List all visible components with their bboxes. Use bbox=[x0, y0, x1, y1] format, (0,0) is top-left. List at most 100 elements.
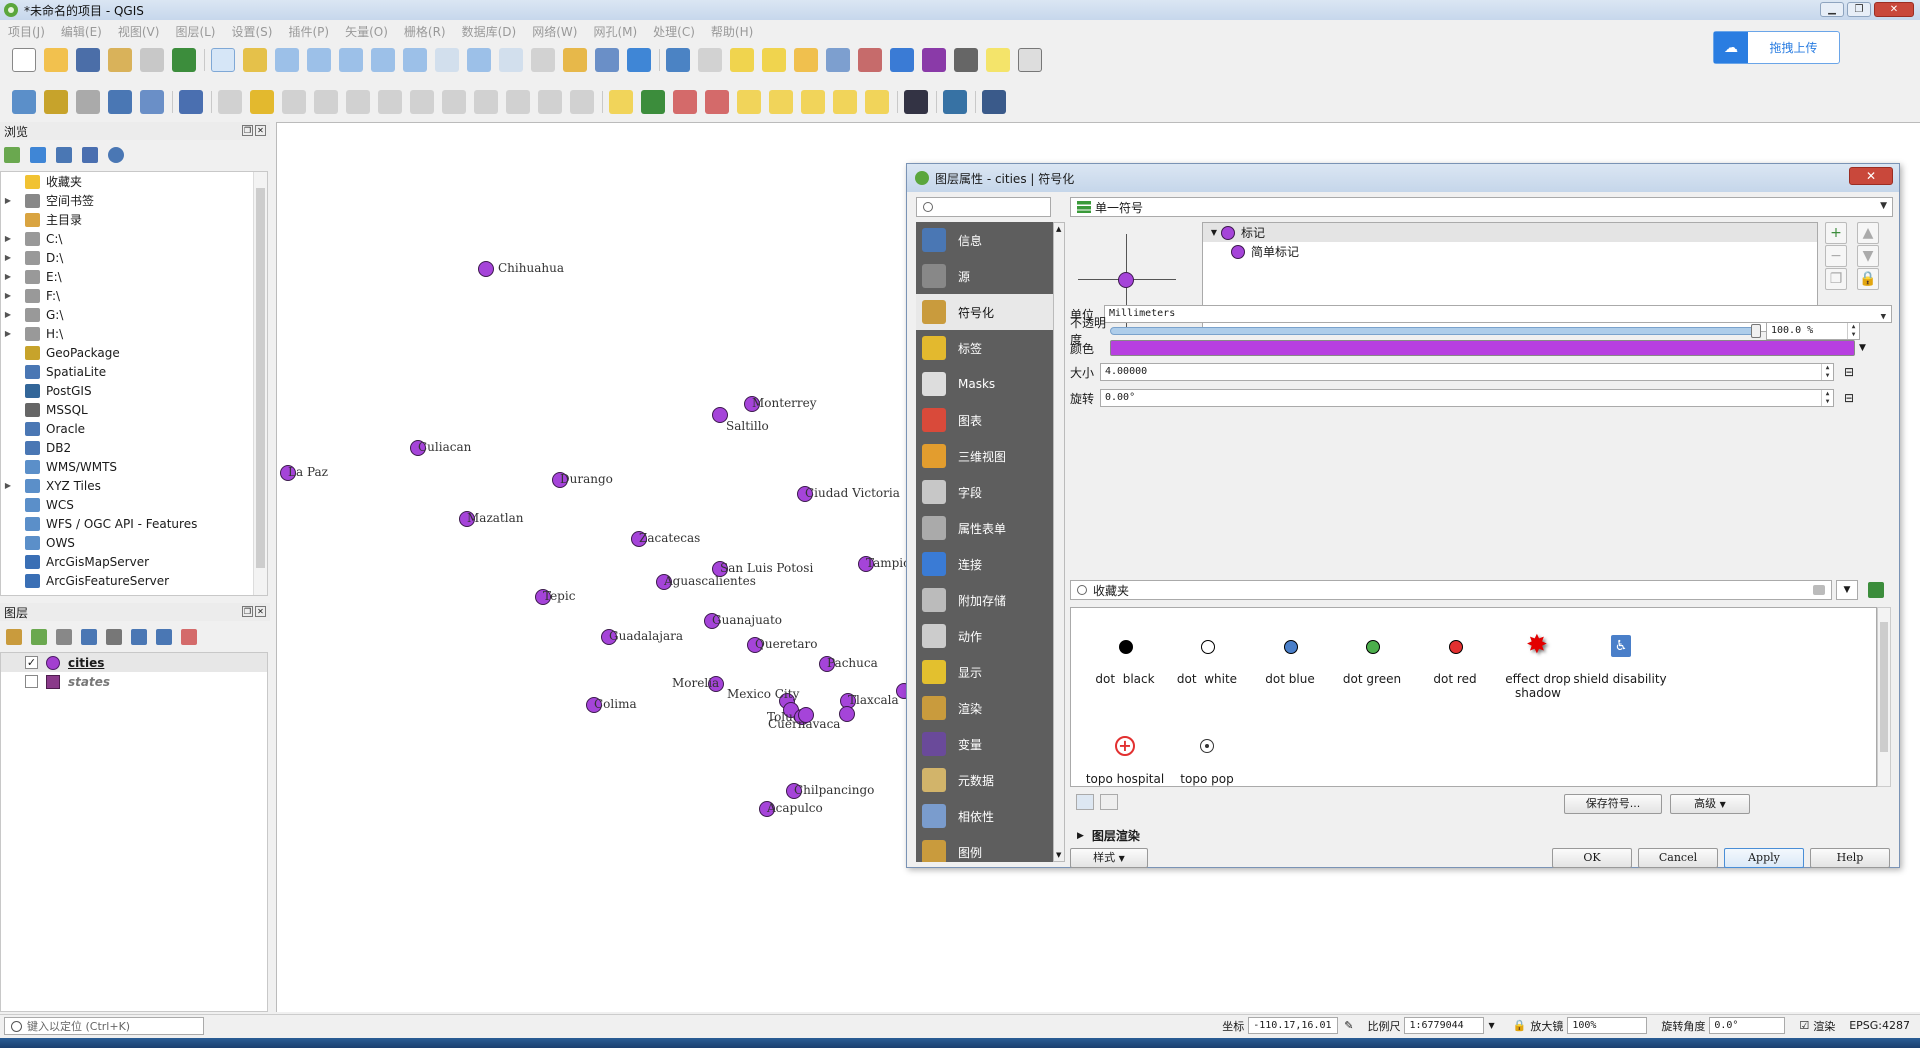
render-checkbox[interactable]: ☑ bbox=[1799, 1019, 1809, 1032]
browser-item[interactable]: ▶ C:\ bbox=[1, 229, 267, 248]
expand-arrow-icon[interactable]: ▶ bbox=[1, 291, 15, 300]
menu-help[interactable]: 帮助(H) bbox=[703, 23, 761, 40]
chevron-down-icon[interactable]: ▼ bbox=[1488, 1021, 1494, 1030]
size-spinbox[interactable]: 4.00000 ▲ ▼ bbox=[1100, 363, 1834, 381]
menu-edit[interactable]: 编辑(E) bbox=[53, 23, 110, 40]
zoom-in-icon[interactable] bbox=[275, 48, 299, 72]
dialog-search-input[interactable] bbox=[916, 197, 1051, 217]
filter-legend-icon[interactable] bbox=[81, 629, 97, 645]
add-feature-icon[interactable] bbox=[314, 90, 338, 114]
remove-symbol-layer-button[interactable]: − bbox=[1825, 245, 1847, 267]
sidebar-item-legend[interactable]: 图例 bbox=[916, 834, 1053, 862]
new-virtual-layer-icon[interactable] bbox=[179, 90, 203, 114]
refresh-browser-icon[interactable] bbox=[30, 147, 46, 163]
browser-item[interactable]: ▶ E:\ bbox=[1, 267, 267, 286]
browser-item[interactable]: 主目录 bbox=[1, 210, 267, 229]
new-spatialite-layer-icon[interactable] bbox=[108, 90, 132, 114]
slider-handle[interactable] bbox=[1751, 324, 1761, 338]
city-point[interactable] bbox=[798, 707, 814, 723]
add-group-icon[interactable] bbox=[31, 629, 47, 645]
expand-arrow-icon[interactable]: ▶ bbox=[1, 253, 15, 262]
symbol-library-item[interactable]: topo pop bbox=[1157, 734, 1257, 786]
close-panel-button[interactable]: ✕ bbox=[255, 606, 266, 617]
duplicate-symbol-layer-button[interactable]: ❐ bbox=[1825, 268, 1847, 290]
style-manager-icon[interactable] bbox=[1868, 582, 1884, 598]
lock-scale-icon[interactable]: 🔒 bbox=[1513, 1019, 1527, 1032]
rotation-spinbox[interactable]: 0.00° ▲ ▼ bbox=[1100, 389, 1834, 407]
float-panel-button[interactable]: ❐ bbox=[242, 606, 253, 617]
move-label-icon[interactable] bbox=[737, 90, 761, 114]
zoom-native-icon[interactable] bbox=[435, 48, 459, 72]
dialog-close-button[interactable]: ✕ bbox=[1849, 167, 1893, 185]
zoom-to-layer-icon[interactable] bbox=[403, 48, 427, 72]
identify-features-icon[interactable] bbox=[666, 48, 690, 72]
expand-arrow-icon[interactable]: ▶ bbox=[1, 234, 15, 243]
advanced-menu-button[interactable]: 高级 ▼ bbox=[1670, 794, 1750, 814]
ok-button[interactable]: OK bbox=[1552, 848, 1632, 868]
browser-item[interactable]: 收藏夹 bbox=[1, 172, 267, 191]
collapse-all-icon[interactable] bbox=[156, 629, 172, 645]
new-map-view-icon[interactable] bbox=[531, 48, 555, 72]
vertex-tool-icon[interactable] bbox=[346, 90, 370, 114]
save-symbol-button[interactable]: 保存符号... bbox=[1564, 794, 1662, 814]
save-project-icon[interactable] bbox=[76, 48, 100, 72]
menu-web[interactable]: 网络(W) bbox=[524, 23, 585, 40]
open-project-icon[interactable] bbox=[44, 48, 68, 72]
browser-item[interactable]: ▶ F:\ bbox=[1, 286, 267, 305]
new-bookmark-icon[interactable] bbox=[563, 48, 587, 72]
field-calculator-icon[interactable] bbox=[858, 48, 882, 72]
browser-item[interactable]: GeoPackage bbox=[1, 343, 267, 362]
sidebar-item-dependencies[interactable]: 相依性 bbox=[916, 798, 1053, 834]
browser-item[interactable]: Oracle bbox=[1, 419, 267, 438]
toggle-editing-pencil-icon[interactable] bbox=[250, 90, 274, 114]
pan-hand-icon[interactable] bbox=[211, 48, 235, 72]
layer-row-states[interactable]: states bbox=[1, 672, 267, 691]
clear-search-icon[interactable] bbox=[1813, 585, 1825, 595]
sidebar-item-variables[interactable]: 变量 bbox=[916, 726, 1053, 762]
menu-database[interactable]: 数据库(D) bbox=[454, 23, 525, 40]
move-down-button[interactable]: ▼ bbox=[1857, 245, 1879, 267]
browser-scrollbar[interactable] bbox=[253, 172, 267, 595]
browser-item[interactable]: ▶ D:\ bbox=[1, 248, 267, 267]
browser-item[interactable]: ▶ H:\ bbox=[1, 324, 267, 343]
sidebar-item-joins[interactable]: 连接 bbox=[916, 546, 1053, 582]
redo-icon[interactable] bbox=[570, 90, 594, 114]
lock-color-button[interactable]: 🔒 bbox=[1857, 268, 1879, 290]
maximize-button[interactable]: ❐ bbox=[1847, 2, 1871, 17]
browser-item[interactable]: SpatiaLite bbox=[1, 362, 267, 381]
layer-visibility-checkbox[interactable]: ✓ bbox=[25, 656, 38, 669]
modify-attributes-icon[interactable] bbox=[378, 90, 402, 114]
sidebar-item-symbology[interactable]: 符号化 bbox=[916, 294, 1053, 330]
menu-project[interactable]: 项目(J) bbox=[0, 23, 53, 40]
select-by-value-icon[interactable] bbox=[762, 48, 786, 72]
menu-layer[interactable]: 图层(L) bbox=[167, 23, 223, 40]
save-edits-icon[interactable] bbox=[282, 90, 306, 114]
new-print-layout-icon[interactable] bbox=[108, 48, 132, 72]
expand-arrow-icon[interactable]: ▶ bbox=[1077, 831, 1084, 841]
menu-mesh[interactable]: 网孔(M) bbox=[585, 23, 645, 40]
change-label-icon[interactable] bbox=[833, 90, 857, 114]
list-view-button[interactable] bbox=[1100, 794, 1118, 810]
menu-processing[interactable]: 处理(C) bbox=[645, 23, 703, 40]
close-window-button[interactable]: ✕ bbox=[1874, 2, 1914, 17]
properties-info-icon[interactable] bbox=[108, 147, 124, 163]
icon-view-button[interactable] bbox=[1076, 794, 1094, 810]
select-features-icon[interactable] bbox=[730, 48, 754, 72]
apply-button[interactable]: Apply bbox=[1724, 848, 1804, 868]
layout-manager-icon[interactable] bbox=[140, 48, 164, 72]
menu-raster[interactable]: 栅格(R) bbox=[396, 23, 454, 40]
locator-search-input[interactable]: 键入以定位 (Ctrl+K) bbox=[4, 1016, 204, 1035]
rotate-label-icon[interactable] bbox=[801, 90, 825, 114]
layer-row-cities[interactable]: ✓ cities bbox=[1, 653, 267, 672]
delete-selected-icon[interactable] bbox=[410, 90, 434, 114]
sidebar-item-source[interactable]: 源 bbox=[916, 258, 1053, 294]
statistical-summary-icon[interactable] bbox=[922, 48, 946, 72]
filter-by-expression-icon[interactable] bbox=[106, 629, 122, 645]
sidebar-item-labels[interactable]: 标签 bbox=[916, 330, 1053, 366]
highlight-pinned-labels-icon[interactable] bbox=[705, 90, 729, 114]
expand-arrow-icon[interactable]: ▶ bbox=[1, 310, 15, 319]
sidebar-item-auxiliary-storage[interactable]: 附加存储 bbox=[916, 582, 1053, 618]
browser-item[interactable]: ▶ XYZ Tiles bbox=[1, 476, 267, 495]
deselect-all-icon[interactable] bbox=[794, 48, 818, 72]
copy-features-icon[interactable] bbox=[474, 90, 498, 114]
